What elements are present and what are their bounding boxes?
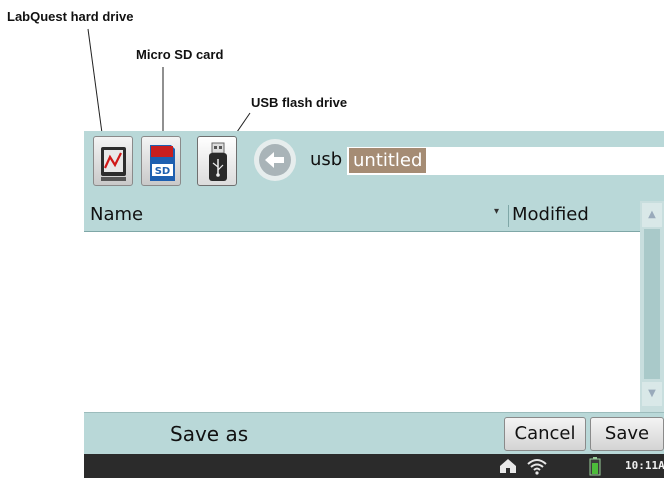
sd-card-icon: SD	[150, 145, 175, 181]
scroll-track[interactable]	[644, 229, 660, 379]
svg-text:SD: SD	[155, 166, 171, 177]
vertical-scrollbar[interactable]: ▲ ▼	[640, 201, 664, 412]
scroll-up-icon[interactable]: ▲	[642, 203, 662, 227]
filename-selected-text: untitled	[349, 148, 427, 173]
battery-icon	[589, 457, 601, 476]
wifi-icon	[527, 459, 547, 475]
save-button[interactable]: Save	[590, 417, 664, 451]
status-bar: 10:11A	[84, 454, 664, 478]
file-list[interactable]	[84, 232, 640, 412]
usb-drive-icon	[209, 142, 227, 181]
sort-arrow-icon[interactable]: ▾	[494, 206, 499, 217]
column-divider	[508, 205, 509, 227]
cancel-button[interactable]: Cancel	[504, 417, 586, 451]
scroll-down-icon[interactable]: ▼	[642, 382, 662, 406]
labquest-drive-icon	[101, 147, 126, 181]
labquest-drive-button[interactable]	[93, 136, 133, 186]
current-path-label: usb	[310, 149, 343, 170]
labquest-screen: SD usb untitled Name ▾ Modified ▲ ▼ Save…	[84, 131, 664, 478]
usb-drive-button[interactable]	[197, 136, 237, 186]
column-header-modified[interactable]: Modified	[512, 204, 589, 225]
home-icon[interactable]	[498, 457, 518, 475]
file-list-header: Name ▾ Modified	[84, 201, 664, 232]
sd-card-button[interactable]: SD	[141, 136, 181, 186]
column-header-name[interactable]: Name	[90, 204, 143, 225]
status-clock: 10:11A	[625, 459, 664, 472]
back-arrow-icon	[259, 144, 291, 176]
toolbar: SD usb untitled	[84, 131, 664, 199]
filename-input[interactable]: untitled	[347, 147, 664, 175]
save-as-label: Save as	[170, 422, 249, 446]
save-footer: Save as Cancel Save	[84, 412, 664, 455]
back-button[interactable]	[254, 139, 296, 181]
